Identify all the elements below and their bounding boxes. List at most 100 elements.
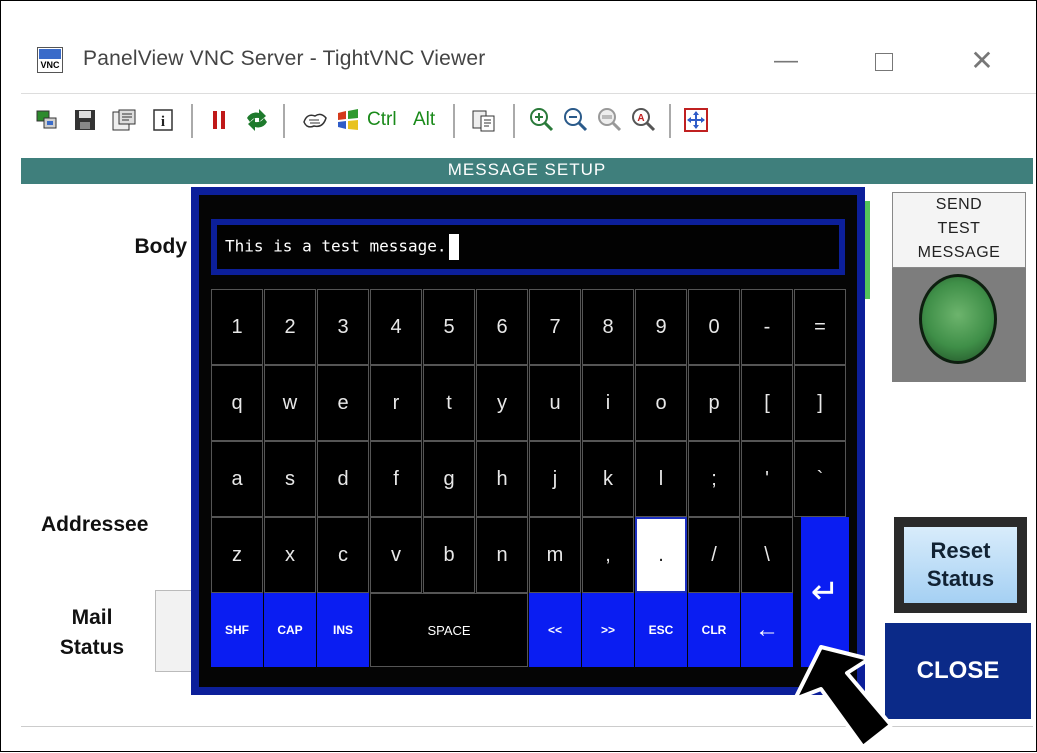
key-2-11[interactable]: ` <box>794 441 846 517</box>
key-3-0[interactable]: z <box>211 517 263 593</box>
space-key[interactable]: SPACE <box>370 593 528 667</box>
key-1-5[interactable]: y <box>476 365 528 441</box>
close-button[interactable]: CLOSE <box>885 623 1031 719</box>
key-3-9[interactable]: / <box>688 517 740 593</box>
minimize-button[interactable]: — <box>761 41 811 81</box>
toolbar-separator <box>513 104 515 138</box>
key-2-5[interactable]: h <box>476 441 528 517</box>
key-2-6[interactable]: j <box>529 441 581 517</box>
key-0-5[interactable]: 6 <box>476 289 528 365</box>
zoom-in-icon[interactable] <box>529 106 555 134</box>
key-1-6[interactable]: u <box>529 365 581 441</box>
screen-title: MESSAGE SETUP <box>447 160 607 179</box>
vnc-window: VNC PanelView VNC Server - TightVNC View… <box>0 0 1037 752</box>
cursor-right-key[interactable]: >> <box>582 593 634 667</box>
clear-key[interactable]: CLR <box>688 593 740 667</box>
status-label: Status <box>59 636 125 659</box>
key-3-6[interactable]: m <box>529 517 581 593</box>
fullscreen-icon[interactable] <box>683 106 709 134</box>
green-pushbutton-icon <box>919 274 997 364</box>
key-0-11[interactable]: = <box>794 289 846 365</box>
key-1-3[interactable]: r <box>370 365 422 441</box>
refresh-icon[interactable] <box>243 106 271 134</box>
toolbar-separator <box>453 104 455 138</box>
ctrl-key-button[interactable]: Ctrl <box>367 106 397 134</box>
cursor-left-key[interactable]: << <box>529 593 581 667</box>
key-2-8[interactable]: l <box>635 441 687 517</box>
key-0-6[interactable]: 7 <box>529 289 581 365</box>
clipboard-icon[interactable] <box>471 106 497 134</box>
key-3-8[interactable]: . <box>635 517 687 593</box>
status-label: Status <box>926 566 995 591</box>
key-2-10[interactable]: ' <box>741 441 793 517</box>
key-0-8[interactable]: 9 <box>635 289 687 365</box>
pause-icon[interactable] <box>209 106 229 134</box>
toolbar-separator <box>283 104 285 138</box>
svg-text:A: A <box>637 113 644 124</box>
body-label: Body <box>134 235 188 258</box>
key-2-9[interactable]: ; <box>688 441 740 517</box>
ctrl-alt-del-icon[interactable] <box>301 106 329 134</box>
key-3-7[interactable]: , <box>582 517 634 593</box>
key-1-2[interactable]: e <box>317 365 369 441</box>
key-3-2[interactable]: c <box>317 517 369 593</box>
entry-text: This is a test message. <box>225 236 447 256</box>
escape-key[interactable]: ESC <box>635 593 687 667</box>
key-2-4[interactable]: g <box>423 441 475 517</box>
text-cursor <box>448 234 459 260</box>
caps-lock-key[interactable]: CAP <box>264 593 316 667</box>
save-icon[interactable] <box>73 106 97 134</box>
key-1-10[interactable]: [ <box>741 365 793 441</box>
send-test-message-button[interactable]: SEND TEST MESSAGE <box>892 192 1026 382</box>
key-0-4[interactable]: 5 <box>423 289 475 365</box>
mail-status-label: Mail Status <box>41 603 143 663</box>
vnc-app-icon: VNC <box>37 47 63 73</box>
zoom-100-icon[interactable] <box>597 106 623 134</box>
new-connection-icon[interactable] <box>35 106 59 134</box>
title-bar: VNC PanelView VNC Server - TightVNC View… <box>1 1 1036 89</box>
windows-key-icon[interactable] <box>335 106 361 134</box>
key-3-10[interactable]: \ <box>741 517 793 593</box>
key-1-1[interactable]: w <box>264 365 316 441</box>
key-3-3[interactable]: v <box>370 517 422 593</box>
key-1-9[interactable]: p <box>688 365 740 441</box>
key-0-9[interactable]: 0 <box>688 289 740 365</box>
key-2-1[interactable]: s <box>264 441 316 517</box>
key-3-4[interactable]: b <box>423 517 475 593</box>
shift-key[interactable]: SHF <box>211 593 263 667</box>
key-0-1[interactable]: 2 <box>264 289 316 365</box>
key-2-2[interactable]: d <box>317 441 369 517</box>
key-3-1[interactable]: x <box>264 517 316 593</box>
key-0-10[interactable]: - <box>741 289 793 365</box>
keyboard-entry-field[interactable]: This is a test message. <box>211 219 845 275</box>
options-icon[interactable] <box>111 106 137 134</box>
close-window-button[interactable]: ✕ <box>957 41 1007 81</box>
key-3-5[interactable]: n <box>476 517 528 593</box>
key-2-0[interactable]: a <box>211 441 263 517</box>
key-1-11[interactable]: ] <box>794 365 846 441</box>
maximize-button[interactable] <box>859 41 909 81</box>
key-1-0[interactable]: q <box>211 365 263 441</box>
backspace-key[interactable]: ← <box>741 593 793 667</box>
key-0-2[interactable]: 3 <box>317 289 369 365</box>
key-1-4[interactable]: t <box>423 365 475 441</box>
addressee-label: Addressee <box>41 513 149 536</box>
zoom-auto-icon[interactable]: A <box>631 106 657 134</box>
info-icon[interactable]: i <box>151 106 175 134</box>
reset-status-button[interactable]: Reset Status <box>894 517 1027 613</box>
key-2-7[interactable]: k <box>582 441 634 517</box>
zoom-out-icon[interactable] <box>563 106 589 134</box>
pointer-arrow-icon <box>793 645 893 749</box>
key-2-3[interactable]: f <box>370 441 422 517</box>
key-0-3[interactable]: 4 <box>370 289 422 365</box>
insert-key[interactable]: INS <box>317 593 369 667</box>
key-1-8[interactable]: o <box>635 365 687 441</box>
mail-label: Mail <box>71 606 113 629</box>
key-1-7[interactable]: i <box>582 365 634 441</box>
key-0-0[interactable]: 1 <box>211 289 263 365</box>
alt-key-button[interactable]: Alt <box>413 106 435 134</box>
key-0-7[interactable]: 8 <box>582 289 634 365</box>
svg-text:i: i <box>161 114 165 130</box>
toolbar: i Ctrl Alt A <box>21 93 1036 150</box>
toolbar-separator <box>191 104 193 138</box>
